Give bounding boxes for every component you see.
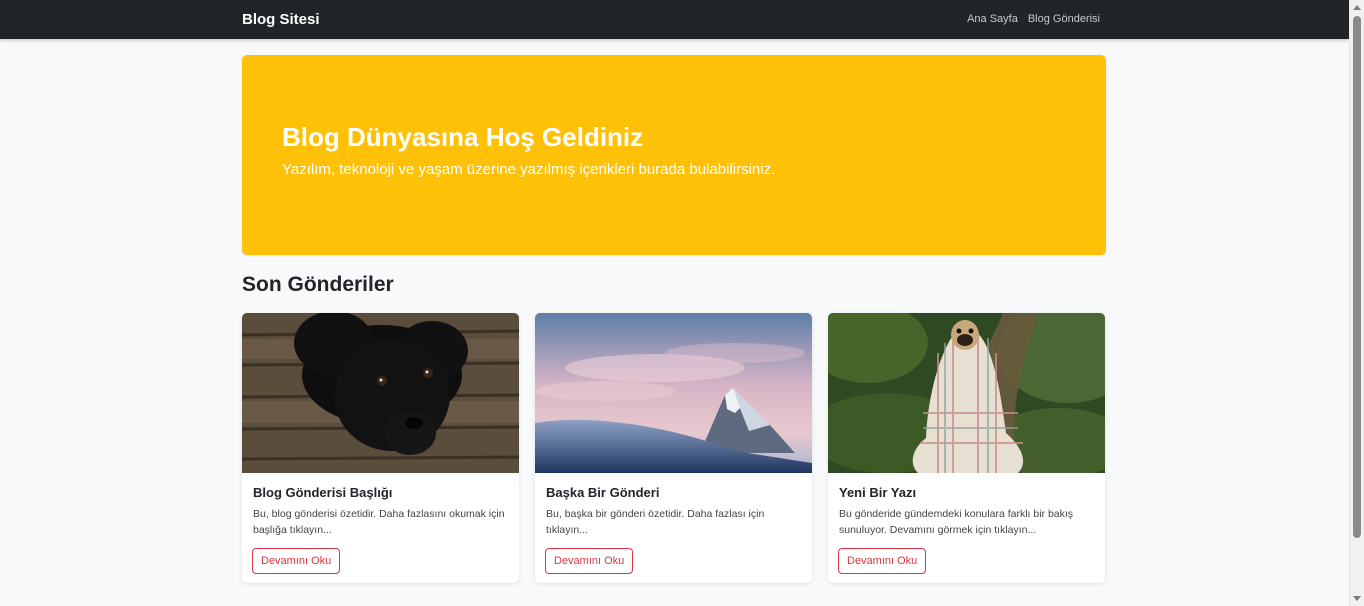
scroll-down-arrow-icon[interactable] bbox=[1353, 596, 1361, 601]
section-title: Son Gönderiler bbox=[242, 273, 394, 296]
nav-links: Ana Sayfa Blog Gönderisi bbox=[967, 12, 1100, 26]
post-title[interactable]: Yeni Bir Yazı bbox=[839, 485, 916, 501]
post-card: Yeni Bir Yazı Bu gönderide gündemdeki ko… bbox=[828, 313, 1105, 583]
post-excerpt: Bu gönderide gündemdeki konulara farklı … bbox=[839, 508, 1074, 536]
page: Blog Sitesi Ana Sayfa Blog Gönderisi Blo… bbox=[0, 0, 1349, 606]
post-title[interactable]: Blog Gönderisi Başlığı bbox=[253, 485, 392, 501]
hero-subtitle: Yazılım, teknoloji ve yaşam üzerine yazı… bbox=[282, 161, 776, 178]
hero-title: Blog Dünyasına Hoş Geldiniz bbox=[282, 122, 644, 152]
read-more-button[interactable]: Devamını Oku bbox=[252, 548, 341, 574]
hero-banner: Blog Dünyasına Hoş Geldiniz Yazılım, tek… bbox=[242, 55, 1106, 255]
mountain-peak-image bbox=[535, 313, 812, 473]
scroll-up-arrow-icon[interactable] bbox=[1353, 5, 1361, 10]
browser-viewport: Blog Sitesi Ana Sayfa Blog Gönderisi Blo… bbox=[0, 0, 1364, 606]
post-excerpt: Bu, blog gönderisi özetidir. Daha fazlas… bbox=[253, 508, 505, 536]
brand-link[interactable]: Blog Sitesi bbox=[242, 10, 320, 29]
post-excerpt: Bu, başka bir gönderi özetidir. Daha faz… bbox=[546, 508, 765, 536]
navbar: Blog Sitesi Ana Sayfa Blog Gönderisi bbox=[0, 0, 1349, 39]
post-card: Başka Bir Gönderi Bu, başka bir gönderi … bbox=[535, 313, 812, 583]
scroll-thumb[interactable] bbox=[1353, 16, 1361, 538]
read-more-button[interactable]: Devamını Oku bbox=[545, 548, 634, 574]
post-card: Blog Gönderisi Başlığı Bu, blog gönderis… bbox=[242, 313, 519, 583]
pug-in-blanket-image bbox=[828, 313, 1105, 473]
read-more-button[interactable]: Devamını Oku bbox=[838, 548, 927, 574]
vertical-scrollbar[interactable] bbox=[1349, 0, 1364, 606]
nav-link-home[interactable]: Ana Sayfa bbox=[967, 12, 1018, 26]
black-puppy-image bbox=[242, 313, 519, 473]
post-title[interactable]: Başka Bir Gönderi bbox=[546, 485, 659, 501]
nav-link-blog-post[interactable]: Blog Gönderisi bbox=[1028, 12, 1100, 26]
